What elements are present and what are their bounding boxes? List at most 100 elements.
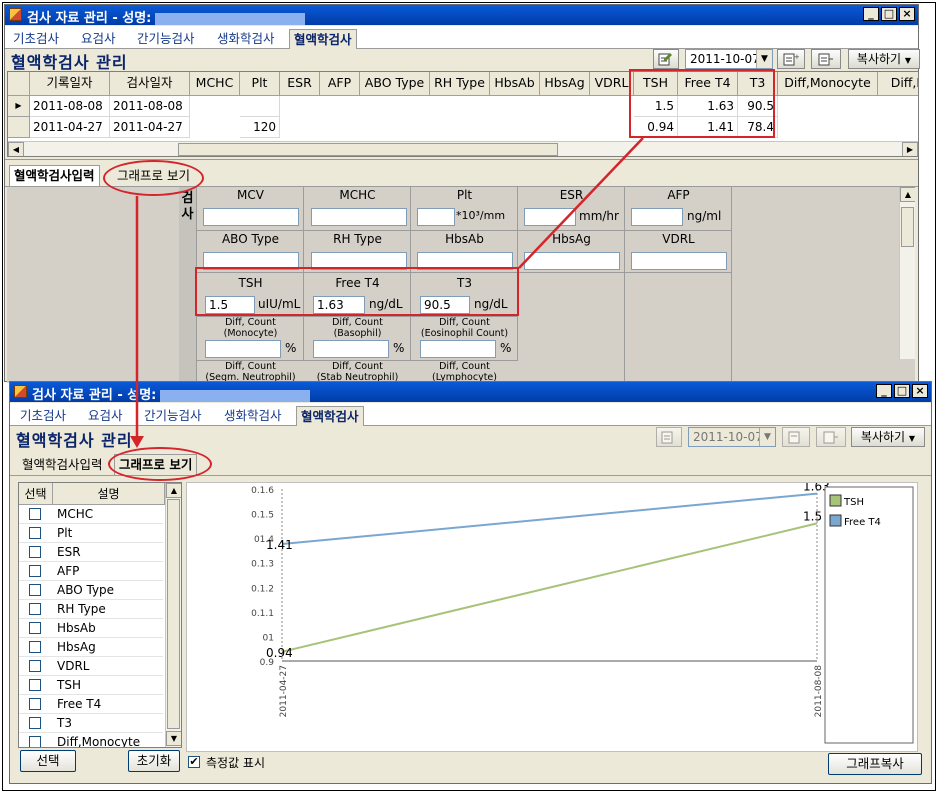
cell-plt[interactable] bbox=[240, 96, 280, 117]
chevron-down-icon[interactable]: ▼ bbox=[759, 428, 775, 446]
list-item[interactable]: HbsAb bbox=[19, 619, 163, 638]
row-selector[interactable] bbox=[8, 117, 30, 138]
col-header-diff-e[interactable]: Diff,E bbox=[878, 72, 918, 96]
esr-input[interactable] bbox=[524, 208, 576, 226]
record-grid[interactable]: 기록일자 검사일자 MCHC Plt ESR AFP ABO Type RH T… bbox=[7, 71, 919, 157]
list-item[interactable]: TSH bbox=[19, 676, 163, 695]
item-checkbox[interactable] bbox=[29, 717, 41, 729]
copy-button[interactable]: 복사하기 ▼ bbox=[851, 427, 925, 447]
diff-monocyte-input[interactable] bbox=[205, 340, 281, 358]
cell-record-date[interactable]: 2011-08-08 bbox=[30, 96, 110, 117]
form-vscrollbar[interactable]: ▲ bbox=[899, 187, 915, 359]
item-checkbox[interactable] bbox=[29, 508, 41, 520]
tab-liver[interactable]: 간기능검사 bbox=[140, 406, 206, 425]
cell-record-date[interactable]: 2011-04-27 bbox=[30, 117, 110, 138]
tab-basic[interactable]: 기초검사 bbox=[16, 406, 70, 425]
item-list[interactable]: 선택 설명 MCHC Plt ESR AFP ABO Type RH Type HbsAb H… bbox=[18, 482, 182, 748]
save-record-button[interactable] bbox=[782, 427, 810, 447]
scroll-up-icon[interactable]: ▲ bbox=[166, 483, 181, 498]
row-selector[interactable]: ▶ bbox=[8, 96, 30, 117]
scroll-right-icon[interactable]: ▶ bbox=[902, 142, 918, 156]
list-item[interactable]: ABO Type bbox=[19, 581, 163, 600]
copy-button[interactable]: 복사하기 ▼ bbox=[848, 49, 920, 69]
date-picker[interactable]: 2011-10-07 ▼ bbox=[688, 427, 776, 447]
scroll-left-icon[interactable]: ◀ bbox=[8, 142, 24, 156]
col-header-hbsab[interactable]: HbsAb bbox=[490, 72, 540, 96]
title-bar[interactable]: 검사 자료 관리 - 성명: _ □ × bbox=[5, 5, 918, 26]
plt-input[interactable] bbox=[417, 208, 455, 226]
tab-liver[interactable]: 간기능검사 bbox=[133, 29, 199, 48]
tab-basic[interactable]: 기초검사 bbox=[9, 29, 63, 48]
scroll-thumb[interactable] bbox=[178, 143, 558, 156]
chevron-down-icon[interactable]: ▼ bbox=[756, 50, 772, 68]
item-checkbox[interactable] bbox=[29, 679, 41, 691]
reset-button[interactable]: 초기화 bbox=[128, 750, 180, 772]
col-header-plt[interactable]: Plt bbox=[240, 72, 280, 96]
list-item[interactable]: ESR bbox=[19, 543, 163, 562]
col-header-description[interactable]: 설명 bbox=[53, 483, 165, 505]
tab-urine[interactable]: 요검사 bbox=[84, 406, 127, 425]
diff-basophil-input[interactable] bbox=[313, 340, 389, 358]
list-item[interactable]: VDRL bbox=[19, 657, 163, 676]
date-picker[interactable]: 2011-10-07 ▼ bbox=[685, 49, 773, 69]
grid-hscrollbar[interactable]: ◀ ▶ bbox=[8, 141, 918, 156]
mchc-input[interactable] bbox=[311, 208, 407, 226]
hbsag-input[interactable] bbox=[524, 252, 620, 270]
cell-plt[interactable]: 120 bbox=[240, 117, 280, 138]
item-checkbox[interactable] bbox=[29, 641, 41, 653]
cell-exam-date[interactable]: 2011-08-08 bbox=[110, 96, 190, 117]
list-item[interactable]: Plt bbox=[19, 524, 163, 543]
afp-input[interactable] bbox=[631, 208, 683, 226]
save-record-button[interactable]: + bbox=[777, 49, 805, 69]
col-header-mchc[interactable]: MCHC bbox=[190, 72, 240, 96]
delete-record-button[interactable] bbox=[816, 427, 846, 447]
delete-record-button[interactable] bbox=[811, 49, 841, 69]
vdrl-input[interactable] bbox=[631, 252, 727, 270]
item-checkbox[interactable] bbox=[29, 584, 41, 596]
list-item[interactable]: Diff,Monocyte bbox=[19, 733, 163, 747]
tab-hematology[interactable]: 혈액학검사 bbox=[289, 29, 357, 49]
new-record-button[interactable] bbox=[653, 49, 679, 69]
diff-eosinophil-input[interactable] bbox=[420, 340, 496, 358]
tab-hematology-input[interactable]: 혈액학검사입력 bbox=[9, 165, 100, 186]
tab-urine[interactable]: 요검사 bbox=[77, 29, 120, 48]
col-header-exam-date[interactable]: 검사일자 bbox=[110, 72, 190, 96]
close-button[interactable]: × bbox=[899, 7, 915, 21]
col-header-record-date[interactable]: 기록일자 bbox=[30, 72, 110, 96]
graph-copy-button[interactable]: 그래프복사 bbox=[828, 753, 922, 775]
item-checkbox[interactable] bbox=[29, 660, 41, 672]
close-button[interactable]: × bbox=[912, 384, 928, 398]
tab-biochem[interactable]: 생화학검사 bbox=[220, 406, 286, 425]
item-checkbox[interactable] bbox=[29, 603, 41, 615]
list-item[interactable]: MCHC bbox=[19, 505, 163, 524]
minimize-button[interactable]: _ bbox=[863, 7, 879, 21]
item-checkbox[interactable] bbox=[29, 736, 41, 747]
scroll-thumb[interactable] bbox=[901, 207, 914, 247]
list-item[interactable]: RH Type bbox=[19, 600, 163, 619]
col-header-select[interactable]: 선택 bbox=[19, 483, 53, 505]
scroll-thumb[interactable] bbox=[167, 499, 180, 729]
list-item[interactable]: HbsAg bbox=[19, 638, 163, 657]
list-item[interactable]: Free T4 bbox=[19, 695, 163, 714]
col-header-hbsag[interactable]: HbsAg bbox=[540, 72, 590, 96]
col-header-vdrl[interactable]: VDRL bbox=[590, 72, 634, 96]
select-button[interactable]: 선택 bbox=[20, 750, 76, 772]
item-checkbox[interactable] bbox=[29, 546, 41, 558]
new-record-button[interactable] bbox=[656, 427, 682, 447]
col-header-rh[interactable]: RH Type bbox=[430, 72, 490, 96]
item-checkbox[interactable] bbox=[29, 527, 41, 539]
tab-biochem[interactable]: 생화학검사 bbox=[213, 29, 279, 48]
maximize-button[interactable]: □ bbox=[894, 384, 910, 398]
col-header-afp[interactable]: AFP bbox=[320, 72, 360, 96]
col-header-abo[interactable]: ABO Type bbox=[360, 72, 430, 96]
list-item[interactable]: T3 bbox=[19, 714, 163, 733]
tab-hematology[interactable]: 혈액학검사 bbox=[296, 406, 364, 426]
title-bar[interactable]: 검사 자료 관리 - 성명: _ □ × bbox=[10, 382, 931, 403]
item-checkbox[interactable] bbox=[29, 565, 41, 577]
minimize-button[interactable]: _ bbox=[876, 384, 892, 398]
item-checkbox[interactable] bbox=[29, 698, 41, 710]
mcv-input[interactable] bbox=[203, 208, 299, 226]
scroll-up-icon[interactable]: ▲ bbox=[900, 187, 915, 202]
col-header-esr[interactable]: ESR bbox=[280, 72, 320, 96]
tab-hematology-input[interactable]: 혈액학검사입력 bbox=[18, 455, 107, 475]
